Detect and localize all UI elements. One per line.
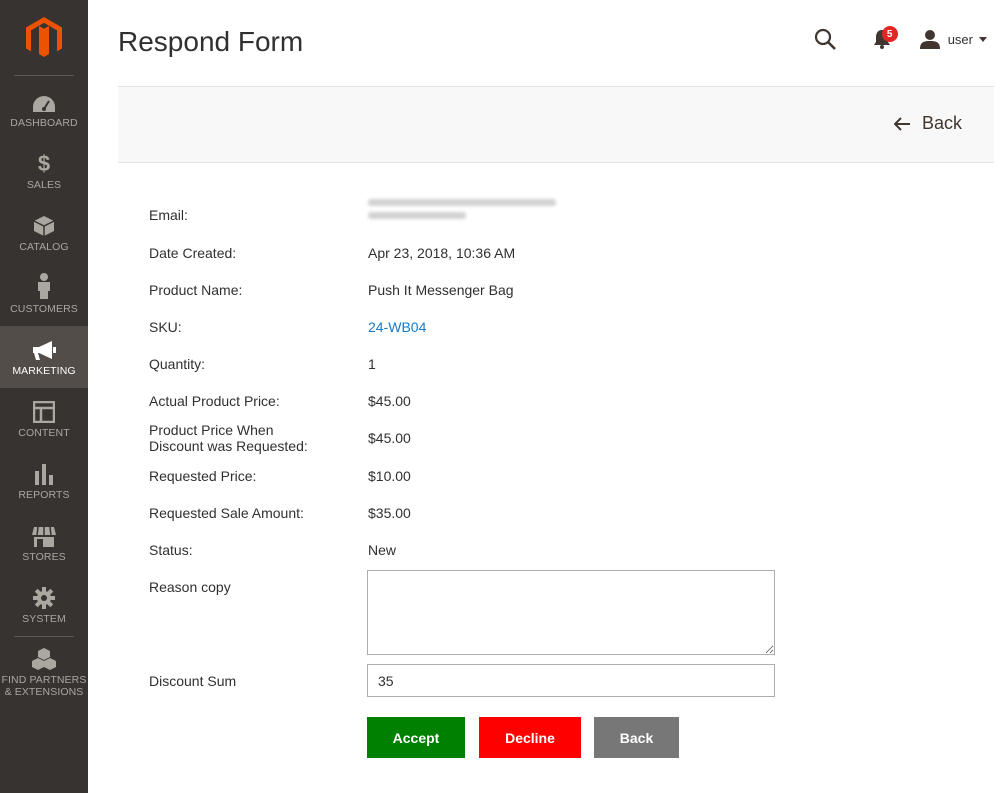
logo-divider bbox=[14, 75, 74, 76]
nav-label: Reports bbox=[18, 489, 70, 501]
nav-label: Sales bbox=[26, 179, 62, 191]
price-when-requested-label: Product Price When Discount was Requeste… bbox=[149, 422, 349, 454]
price-when-requested-label-line1: Product Price When bbox=[149, 422, 274, 438]
nav-label: Catalog bbox=[19, 241, 69, 253]
header-actions: 5 user bbox=[810, 24, 987, 54]
nav-item-find-partners[interactable]: Find Partners & Extensions bbox=[0, 637, 88, 707]
nav-label: Marketing bbox=[12, 365, 76, 377]
actual-price-label: Actual Product Price: bbox=[149, 393, 280, 409]
reason-label: Reason copy bbox=[149, 579, 231, 595]
email-value-blurred bbox=[368, 199, 558, 225]
email-label: Email: bbox=[149, 207, 188, 223]
nav-label-line1: Find Partners bbox=[1, 674, 87, 686]
nav-item-catalog[interactable]: Catalog bbox=[0, 202, 88, 264]
nav-label: Content bbox=[18, 427, 70, 439]
status-value: New bbox=[368, 542, 397, 558]
user-menu[interactable]: user bbox=[919, 29, 987, 49]
notification-count-badge: 5 bbox=[881, 26, 898, 42]
actual-price-value: $45.00 bbox=[368, 393, 411, 409]
nav-item-system[interactable]: System bbox=[0, 574, 88, 636]
magento-logo-icon bbox=[26, 17, 62, 57]
notifications-button[interactable]: 5 bbox=[868, 24, 898, 54]
requested-price-value: $10.00 bbox=[368, 468, 411, 484]
dashboard-icon bbox=[32, 89, 56, 113]
layout-icon bbox=[33, 399, 55, 423]
arrow-left-icon bbox=[893, 116, 910, 131]
nav-item-reports[interactable]: Reports bbox=[0, 450, 88, 512]
nav-item-marketing[interactable]: Marketing bbox=[0, 326, 88, 388]
decline-button[interactable]: Decline bbox=[479, 717, 581, 758]
quantity-value: 1 bbox=[368, 356, 376, 372]
caret-down-icon bbox=[979, 36, 987, 42]
page-title: Respond Form bbox=[118, 26, 304, 57]
nav-item-content[interactable]: Content bbox=[0, 388, 88, 450]
bar-chart-icon bbox=[34, 461, 54, 485]
nav-item-customers[interactable]: Customers bbox=[0, 264, 88, 326]
nav-label: Dashboard bbox=[10, 117, 78, 129]
box-icon bbox=[33, 213, 55, 237]
gear-icon bbox=[33, 585, 55, 609]
price-when-requested-value: $45.00 bbox=[368, 430, 411, 446]
person-icon bbox=[36, 273, 52, 299]
requested-price-label: Requested Price: bbox=[149, 468, 257, 484]
requested-sale-label: Requested Sale Amount: bbox=[149, 505, 304, 521]
date-created-value: Apr 23, 2018, 10:36 AM bbox=[368, 245, 516, 261]
discount-sum-input[interactable] bbox=[367, 664, 775, 697]
nav-label-line2: & Extensions bbox=[4, 686, 84, 698]
sku-label: SKU: bbox=[149, 319, 182, 335]
dollar-icon: $ bbox=[37, 151, 51, 176]
discount-label: Discount Sum bbox=[149, 673, 237, 689]
page-actions-bar: Back bbox=[118, 86, 994, 163]
search-button[interactable] bbox=[810, 24, 840, 54]
product-name-value: Push It Messenger Bag bbox=[368, 282, 514, 298]
nav-item-stores[interactable]: Stores bbox=[0, 512, 88, 574]
nav-label: Stores bbox=[22, 551, 66, 563]
back-button[interactable]: Back bbox=[893, 113, 962, 134]
status-label: Status: bbox=[149, 542, 193, 558]
back-label: Back bbox=[921, 113, 962, 133]
quantity-label: Quantity: bbox=[149, 356, 206, 372]
nav-label: System bbox=[22, 613, 66, 625]
accept-button[interactable]: Accept bbox=[367, 717, 465, 758]
user-name: user bbox=[947, 31, 973, 47]
store-icon bbox=[32, 523, 56, 547]
magento-logo[interactable] bbox=[0, 0, 88, 76]
product-name-label: Product Name: bbox=[149, 282, 243, 298]
reason-textarea[interactable] bbox=[367, 570, 775, 655]
price-when-requested-label-line2: Discount was Requested: bbox=[149, 438, 308, 454]
requested-sale-value: $35.00 bbox=[368, 505, 411, 521]
form-back-button[interactable]: Back bbox=[594, 717, 679, 758]
nav-label: Customers bbox=[10, 303, 78, 315]
cubes-icon bbox=[32, 646, 56, 670]
nav-item-sales[interactable]: $ Sales bbox=[0, 140, 88, 202]
search-icon bbox=[814, 28, 836, 50]
nav-item-dashboard[interactable]: Dashboard bbox=[0, 78, 88, 140]
main-nav: Dashboard $ Sales Catalog Customers Mark… bbox=[0, 78, 88, 707]
megaphone-icon bbox=[32, 337, 56, 361]
date-created-label: Date Created: bbox=[149, 245, 237, 261]
sku-link[interactable]: 24-WB04 bbox=[368, 319, 426, 335]
user-icon bbox=[919, 30, 940, 49]
admin-sidebar: Dashboard $ Sales Catalog Customers Mark… bbox=[0, 0, 88, 793]
